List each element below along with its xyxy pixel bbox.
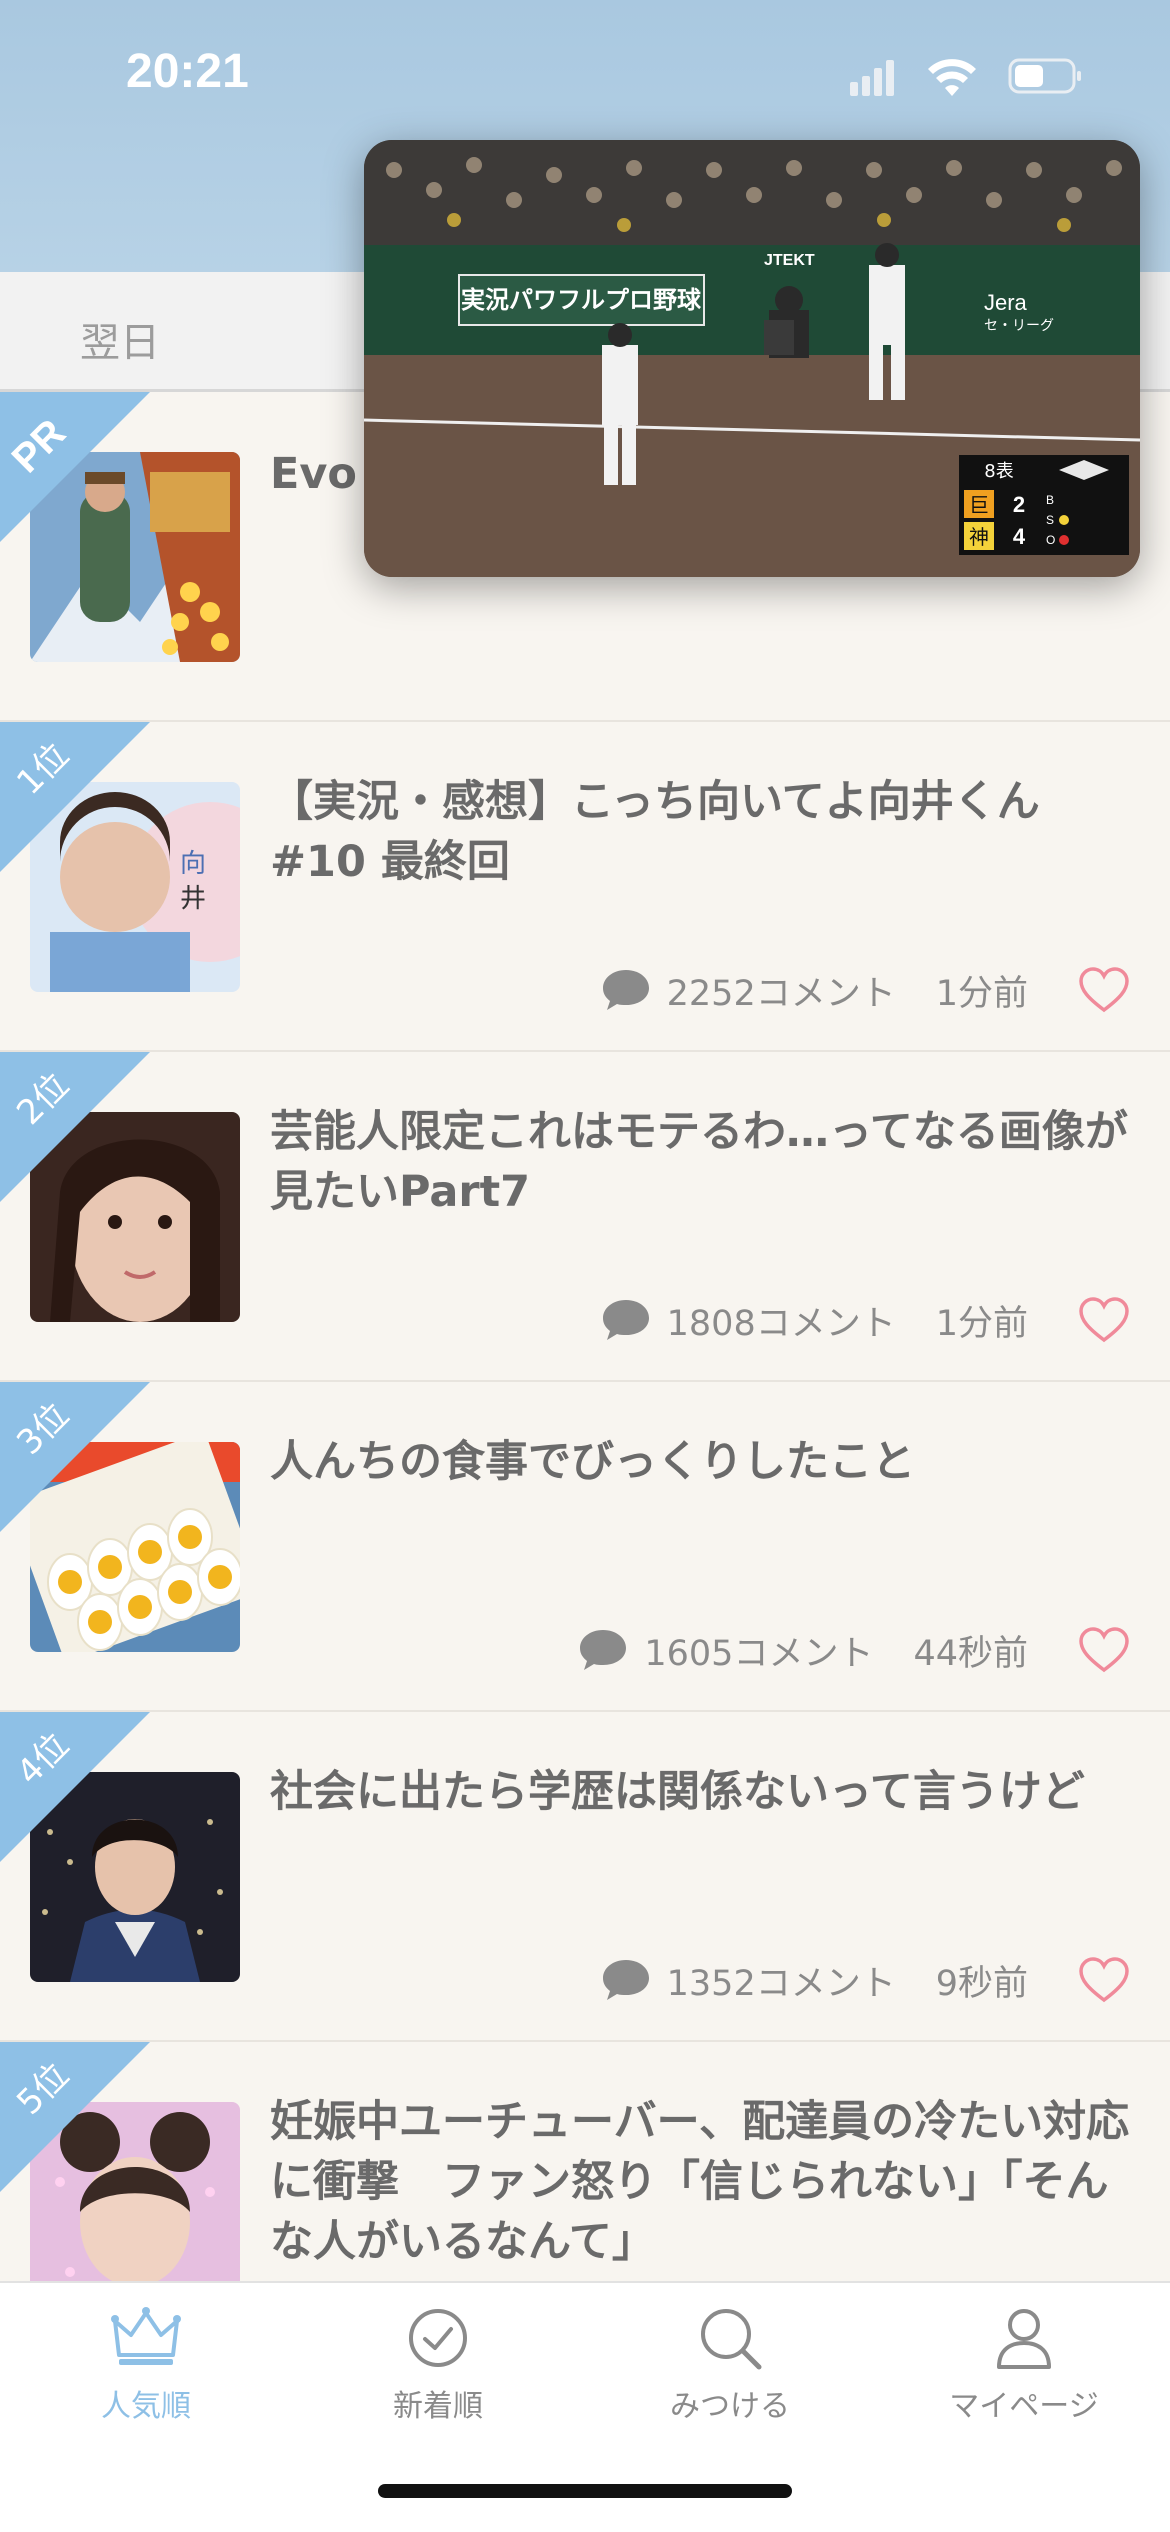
svg-text:巨: 巨	[969, 493, 989, 517]
nav-label: みつける	[670, 2389, 790, 2424]
person-icon	[997, 2309, 1051, 2369]
status-icons	[850, 58, 1081, 96]
clock-icon	[409, 2309, 467, 2367]
comment-count: 1605コメント	[644, 1633, 874, 1674]
svg-text:2: 2	[1013, 492, 1025, 517]
rank-ribbon: 1位	[0, 722, 150, 872]
svg-text:O: O	[1046, 533, 1055, 547]
battery-icon	[1008, 58, 1081, 94]
video-banner: 実況パワフルプロ野球	[461, 286, 702, 314]
nav-discover[interactable]: みつける	[620, 2303, 840, 2425]
rank-ribbon: 4位	[0, 1712, 150, 1862]
nav-popular[interactable]: 人気順	[36, 2303, 256, 2425]
video-sponsor-2-sub: セ・リーグ	[984, 318, 1054, 334]
item-title: 【実況・感想】こっち向いてよ向井くん #10 最終回	[270, 777, 1040, 887]
signal-icon	[850, 60, 894, 96]
wifi-icon	[928, 59, 976, 96]
svg-text:B: B	[1046, 493, 1054, 507]
item-time: 1分前	[935, 1303, 1028, 1344]
heart-icon[interactable]	[1078, 1956, 1130, 2004]
svg-text:8表: 8表	[984, 461, 1013, 482]
heart-icon[interactable]	[1078, 966, 1130, 1014]
video-sponsor-1: JTEKT	[764, 252, 815, 269]
comment-icon	[602, 1960, 649, 2000]
tab-next-day[interactable]: 翌日	[80, 310, 160, 368]
item-meta: 1808コメント 1分前	[601, 1290, 1130, 1350]
video-scoreboard: 8表 巨 2 神 4 B S O	[959, 455, 1129, 555]
list-item[interactable]: 2位 芸能人限定これはモテるわ…ってなる画像が見たいPart7 1808コメント…	[0, 1052, 1170, 1382]
item-title: 人んちの食事でびっくりしたこと	[270, 1437, 915, 1487]
nav-mypage[interactable]: マイページ	[914, 2303, 1134, 2425]
item-title: 社会に出たら学歴は関係ないって言うけど	[270, 1767, 1085, 1817]
crown-icon	[111, 2307, 181, 2365]
nav-newest[interactable]: 新着順	[328, 2303, 548, 2425]
list-item[interactable]: 3位 人んちの食事でびっくりしたこと 1605コメント 44秒前	[0, 1382, 1170, 1712]
list-item[interactable]: 4位 社会に出たら学歴は関係ないって言うけど 1352コメント 9秒前	[0, 1712, 1170, 2042]
comment-icon	[602, 970, 649, 1010]
item-time: 9秒前	[935, 1963, 1028, 2004]
status-time: 20:21	[126, 45, 249, 98]
heart-icon[interactable]	[1078, 1296, 1130, 1344]
item-time: 44秒前	[913, 1633, 1028, 1674]
rank-ribbon: 2位	[0, 1052, 150, 1202]
svg-text:神: 神	[969, 525, 989, 549]
rank-ribbon: 5位	[0, 2042, 150, 2192]
nav-label: 新着順	[393, 2389, 483, 2424]
item-meta: 1352コメント 9秒前	[601, 1950, 1130, 2010]
list-item[interactable]: 5位 妊娠中ユーチューバー、配達員の冷たい対応に衝撃 ファン怒り「信じられない」…	[0, 2042, 1170, 2282]
item-title: 芸能人限定これはモテるわ…ってなる画像が見たいPart7	[270, 1107, 1128, 1217]
pip-video-player[interactable]: 実況パワフルプロ野球 JTEKT Jera セ・リーグ 8表 巨 2 神 4 B…	[364, 140, 1140, 577]
pr-ribbon: PR	[0, 392, 150, 542]
item-meta: 2252コメント 1分前	[601, 960, 1130, 1020]
svg-text:S: S	[1046, 513, 1054, 527]
comment-count: 2252コメント	[666, 973, 896, 1014]
rank-ribbon: 3位	[0, 1382, 150, 1532]
search-icon	[701, 2309, 762, 2370]
comment-icon	[580, 1630, 627, 1670]
svg-text:4: 4	[1013, 524, 1026, 549]
item-title: 妊娠中ユーチューバー、配達員の冷たい対応に衝撃 ファン怒り「信じられない」「そん…	[270, 2097, 1130, 2267]
comment-count: 1808コメント	[666, 1303, 896, 1344]
comment-icon	[602, 1300, 649, 1340]
nav-label: 人気順	[101, 2389, 191, 2424]
item-time: 1分前	[935, 973, 1028, 1014]
svg-text:向: 向	[180, 849, 206, 879]
comment-count: 1352コメント	[666, 1963, 896, 2004]
nav-label: マイページ	[949, 2389, 1099, 2424]
svg-text:井: 井	[180, 884, 206, 914]
video-sponsor-2: Jera	[984, 290, 1028, 315]
heart-icon[interactable]	[1078, 1626, 1130, 1674]
item-meta: 1605コメント 44秒前	[578, 1620, 1130, 1680]
list-item[interactable]: 向 井 1位 【実況・感想】こっち向いてよ向井くん #10 最終回 2252コメ…	[0, 722, 1170, 1052]
home-indicator[interactable]	[378, 2484, 792, 2498]
